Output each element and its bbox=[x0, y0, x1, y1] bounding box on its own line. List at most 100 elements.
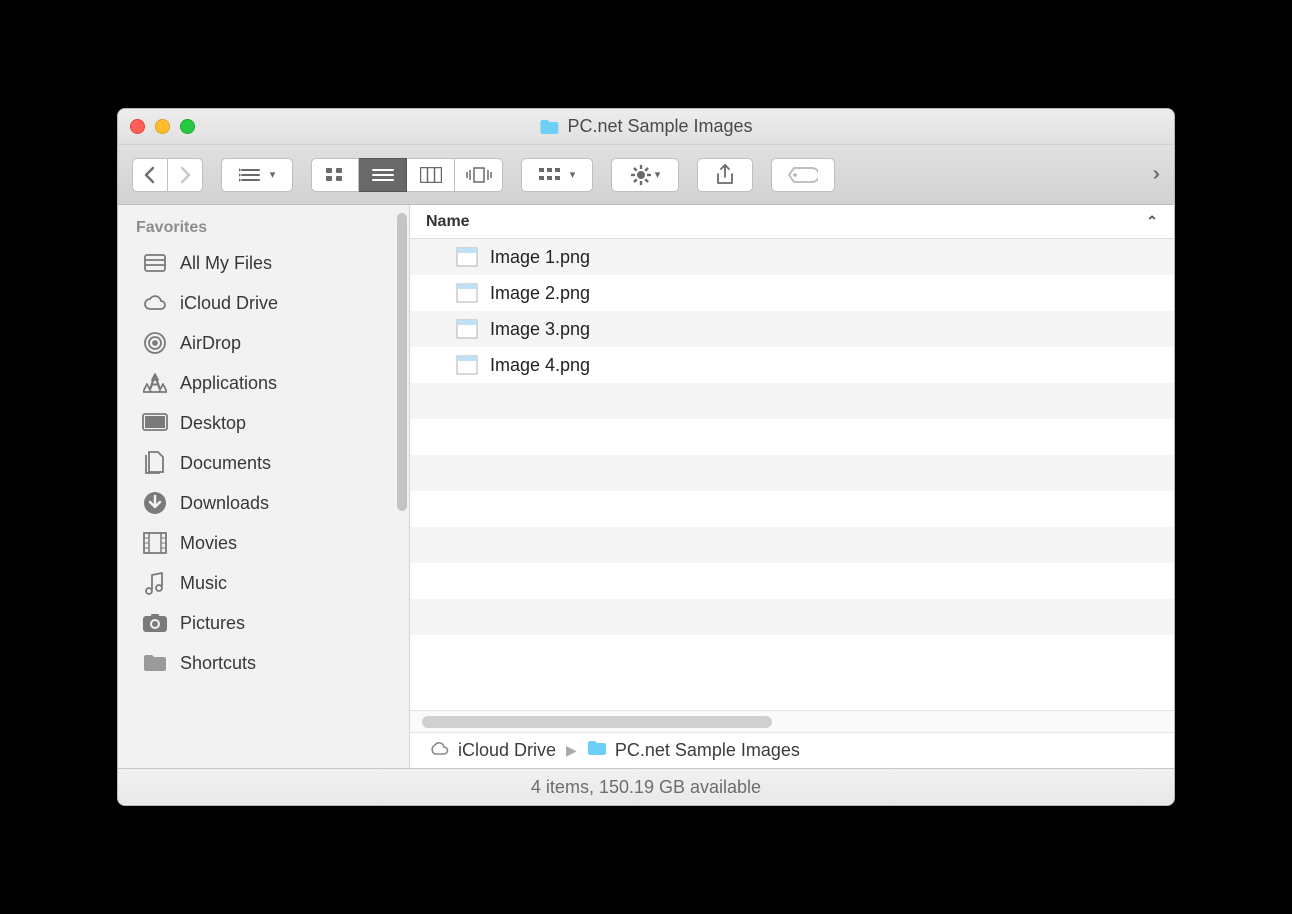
empty-row bbox=[410, 527, 1174, 563]
close-window-button[interactable] bbox=[130, 119, 145, 134]
sidebar-item-label: All My Files bbox=[180, 253, 272, 274]
empty-row bbox=[410, 635, 1174, 671]
titlebar: PC.net Sample Images bbox=[118, 109, 1174, 145]
chevron-right-icon: ▶ bbox=[566, 742, 577, 759]
sidebar-item-label: Movies bbox=[180, 533, 237, 554]
column-header-label: Name bbox=[426, 213, 470, 231]
nav-buttons bbox=[132, 158, 203, 192]
back-button[interactable] bbox=[132, 158, 168, 192]
file-row[interactable]: Image 2.png bbox=[410, 275, 1174, 311]
empty-row bbox=[410, 383, 1174, 419]
file-row[interactable]: Image 4.png bbox=[410, 347, 1174, 383]
zoom-window-button[interactable] bbox=[180, 119, 195, 134]
applications-icon: A bbox=[142, 370, 168, 396]
music-icon bbox=[142, 570, 168, 596]
toolbar: ▾ ▾ ▾ bbox=[118, 145, 1174, 205]
window-title: PC.net Sample Images bbox=[539, 116, 752, 137]
sidebar-item-icloud-drive[interactable]: iCloud Drive bbox=[118, 283, 409, 323]
icon-view-button[interactable] bbox=[311, 158, 359, 192]
desktop-icon bbox=[142, 410, 168, 436]
window-title-text: PC.net Sample Images bbox=[567, 116, 752, 137]
sidebar-section-favorites: Favorites bbox=[118, 205, 409, 243]
path-crumb-label: PC.net Sample Images bbox=[615, 740, 800, 761]
chevron-down-icon: ▾ bbox=[270, 168, 276, 181]
cloud-icon bbox=[142, 290, 168, 316]
tags-button[interactable] bbox=[771, 158, 835, 192]
sidebar: Favorites All My Files iCloud Drive AirD… bbox=[118, 205, 410, 768]
downloads-icon bbox=[142, 490, 168, 516]
sidebar-item-applications[interactable]: A Applications bbox=[118, 363, 409, 403]
horizontal-scrollbar[interactable] bbox=[410, 710, 1174, 732]
forward-button[interactable] bbox=[168, 158, 203, 192]
pictures-icon bbox=[142, 610, 168, 636]
minimize-window-button[interactable] bbox=[155, 119, 170, 134]
coverflow-view-button[interactable] bbox=[455, 158, 503, 192]
image-file-icon bbox=[456, 319, 478, 339]
sidebar-scrollbar[interactable] bbox=[397, 213, 407, 511]
empty-row bbox=[410, 419, 1174, 455]
file-rows: Image 1.png Image 2.png Image 3.png Imag… bbox=[410, 239, 1174, 710]
sidebar-item-all-my-files[interactable]: All My Files bbox=[118, 243, 409, 283]
empty-row bbox=[410, 563, 1174, 599]
svg-text:A: A bbox=[149, 373, 162, 393]
empty-row bbox=[410, 599, 1174, 635]
sidebar-item-label: Pictures bbox=[180, 613, 245, 634]
sidebar-item-label: iCloud Drive bbox=[180, 293, 278, 314]
sidebar-item-label: Music bbox=[180, 573, 227, 594]
file-list-pane: Name ⌃ Image 1.png Image 2.png Image 3.p… bbox=[410, 205, 1174, 768]
sidebar-item-shortcuts[interactable]: Shortcuts bbox=[118, 643, 409, 683]
sidebar-item-label: AirDrop bbox=[180, 333, 241, 354]
toolbar-overflow-button[interactable]: ›› bbox=[1153, 163, 1160, 186]
image-file-icon bbox=[456, 355, 478, 375]
sidebar-item-label: Downloads bbox=[180, 493, 269, 514]
share-button[interactable] bbox=[697, 158, 753, 192]
path-crumb-folder[interactable]: PC.net Sample Images bbox=[587, 740, 800, 761]
path-crumb-label: iCloud Drive bbox=[458, 740, 556, 761]
sidebar-item-label: Applications bbox=[180, 373, 277, 394]
status-bar: 4 items, 150.19 GB available bbox=[118, 769, 1174, 805]
image-file-icon bbox=[456, 283, 478, 303]
path-bar: iCloud Drive ▶ PC.net Sample Images bbox=[410, 732, 1174, 768]
group-menu[interactable]: ▾ bbox=[521, 158, 593, 192]
sidebar-item-movies[interactable]: Movies bbox=[118, 523, 409, 563]
sidebar-item-downloads[interactable]: Downloads bbox=[118, 483, 409, 523]
chevron-down-icon: ▾ bbox=[570, 168, 576, 181]
sidebar-item-documents[interactable]: Documents bbox=[118, 443, 409, 483]
path-crumb-icloud[interactable]: iCloud Drive bbox=[428, 740, 556, 761]
sidebar-item-label: Documents bbox=[180, 453, 271, 474]
arrange-menu[interactable]: ▾ bbox=[221, 158, 293, 192]
column-header-name[interactable]: Name ⌃ bbox=[410, 205, 1174, 239]
sidebar-item-desktop[interactable]: Desktop bbox=[118, 403, 409, 443]
cloud-icon bbox=[428, 740, 450, 761]
empty-row bbox=[410, 455, 1174, 491]
file-name: Image 2.png bbox=[490, 283, 590, 304]
sidebar-item-music[interactable]: Music bbox=[118, 563, 409, 603]
window-controls bbox=[130, 119, 195, 134]
file-row[interactable]: Image 1.png bbox=[410, 239, 1174, 275]
finder-window: PC.net Sample Images ▾ bbox=[117, 108, 1175, 806]
sidebar-item-pictures[interactable]: Pictures bbox=[118, 603, 409, 643]
airdrop-icon bbox=[142, 330, 168, 356]
empty-row bbox=[410, 491, 1174, 527]
chevron-down-icon: ▾ bbox=[655, 168, 661, 181]
documents-icon bbox=[142, 450, 168, 476]
view-switcher bbox=[311, 158, 503, 192]
file-name: Image 3.png bbox=[490, 319, 590, 340]
folder-icon bbox=[587, 740, 607, 761]
movies-icon bbox=[142, 530, 168, 556]
list-view-button[interactable] bbox=[359, 158, 407, 192]
scrollbar-thumb[interactable] bbox=[422, 716, 772, 728]
status-text: 4 items, 150.19 GB available bbox=[531, 777, 761, 798]
sidebar-item-airdrop[interactable]: AirDrop bbox=[118, 323, 409, 363]
sort-ascending-icon: ⌃ bbox=[1146, 213, 1158, 230]
folder-icon bbox=[539, 119, 559, 135]
folder-icon bbox=[142, 650, 168, 676]
file-name: Image 4.png bbox=[490, 355, 590, 376]
action-menu[interactable]: ▾ bbox=[611, 158, 679, 192]
image-file-icon bbox=[456, 247, 478, 267]
column-view-button[interactable] bbox=[407, 158, 455, 192]
sidebar-item-label: Shortcuts bbox=[180, 653, 256, 674]
file-row[interactable]: Image 3.png bbox=[410, 311, 1174, 347]
sidebar-item-label: Desktop bbox=[180, 413, 246, 434]
file-name: Image 1.png bbox=[490, 247, 590, 268]
